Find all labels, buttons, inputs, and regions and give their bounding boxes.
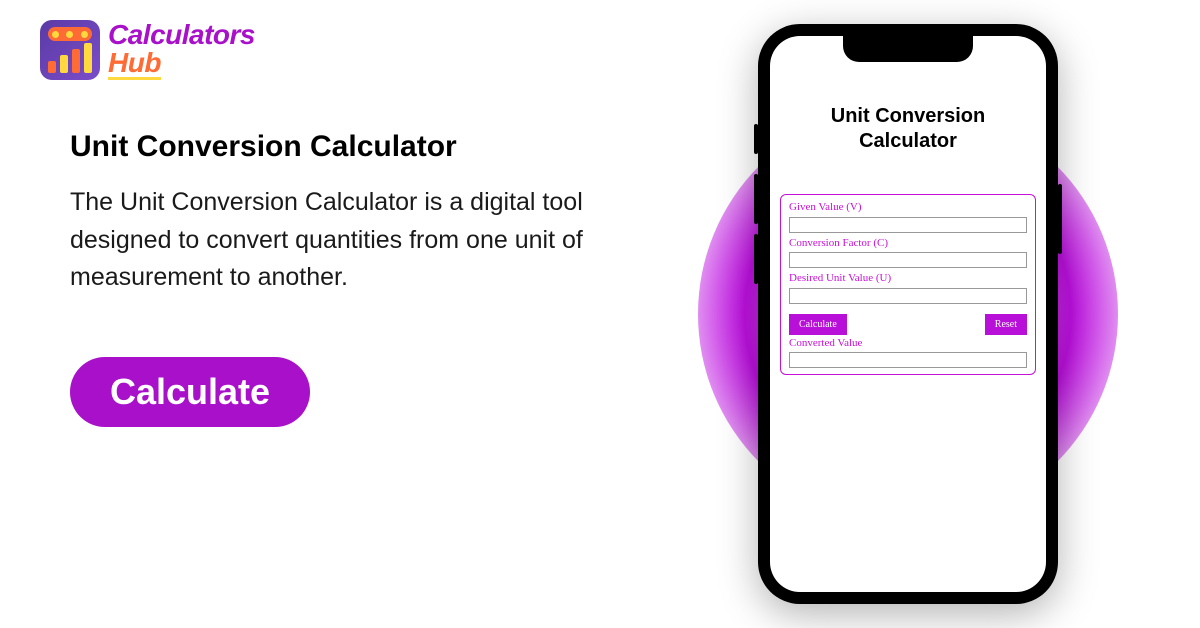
converted-value-label: Converted Value — [789, 337, 1027, 349]
phone-side-button — [1058, 184, 1062, 254]
form-reset-button[interactable]: Reset — [985, 314, 1027, 335]
conversion-factor-label: Conversion Factor (C) — [789, 237, 1027, 249]
conversion-factor-input[interactable] — [789, 252, 1027, 268]
phone-screen: Unit Conversion Calculator Given Value (… — [770, 36, 1046, 592]
desired-unit-input[interactable] — [789, 288, 1027, 304]
calculate-cta-button[interactable]: Calculate — [70, 357, 310, 427]
left-content: Calculators Hub Unit Conversion Calculat… — [40, 20, 656, 608]
form-calculate-button[interactable]: Calculate — [789, 314, 847, 335]
page-title: Unit Conversion Calculator — [70, 130, 616, 164]
page-description: The Unit Conversion Calculator is a digi… — [70, 184, 590, 297]
logo-text-bottom: Hub — [108, 49, 161, 80]
app-title-line2: Calculator — [859, 130, 957, 152]
phone-side-button — [754, 174, 758, 224]
phone-notch — [843, 36, 973, 62]
logo-text-top: Calculators — [108, 21, 255, 49]
phone-preview-area: Unit Conversion Calculator Given Value (… — [656, 20, 1160, 608]
given-value-input[interactable] — [789, 217, 1027, 233]
desired-unit-label: Desired Unit Value (U) — [789, 272, 1027, 284]
phone-side-button — [754, 124, 758, 154]
given-value-label: Given Value (V) — [789, 201, 1027, 213]
logo: Calculators Hub — [40, 20, 616, 80]
logo-text: Calculators Hub — [108, 21, 255, 80]
app-title: Unit Conversion Calculator — [780, 104, 1036, 154]
logo-icon — [40, 20, 100, 80]
converted-value-output[interactable] — [789, 352, 1027, 368]
app-title-line1: Unit Conversion — [831, 105, 985, 127]
phone-frame: Unit Conversion Calculator Given Value (… — [758, 24, 1058, 604]
phone-side-button — [754, 234, 758, 284]
conversion-form: Given Value (V) Conversion Factor (C) De… — [780, 194, 1036, 375]
